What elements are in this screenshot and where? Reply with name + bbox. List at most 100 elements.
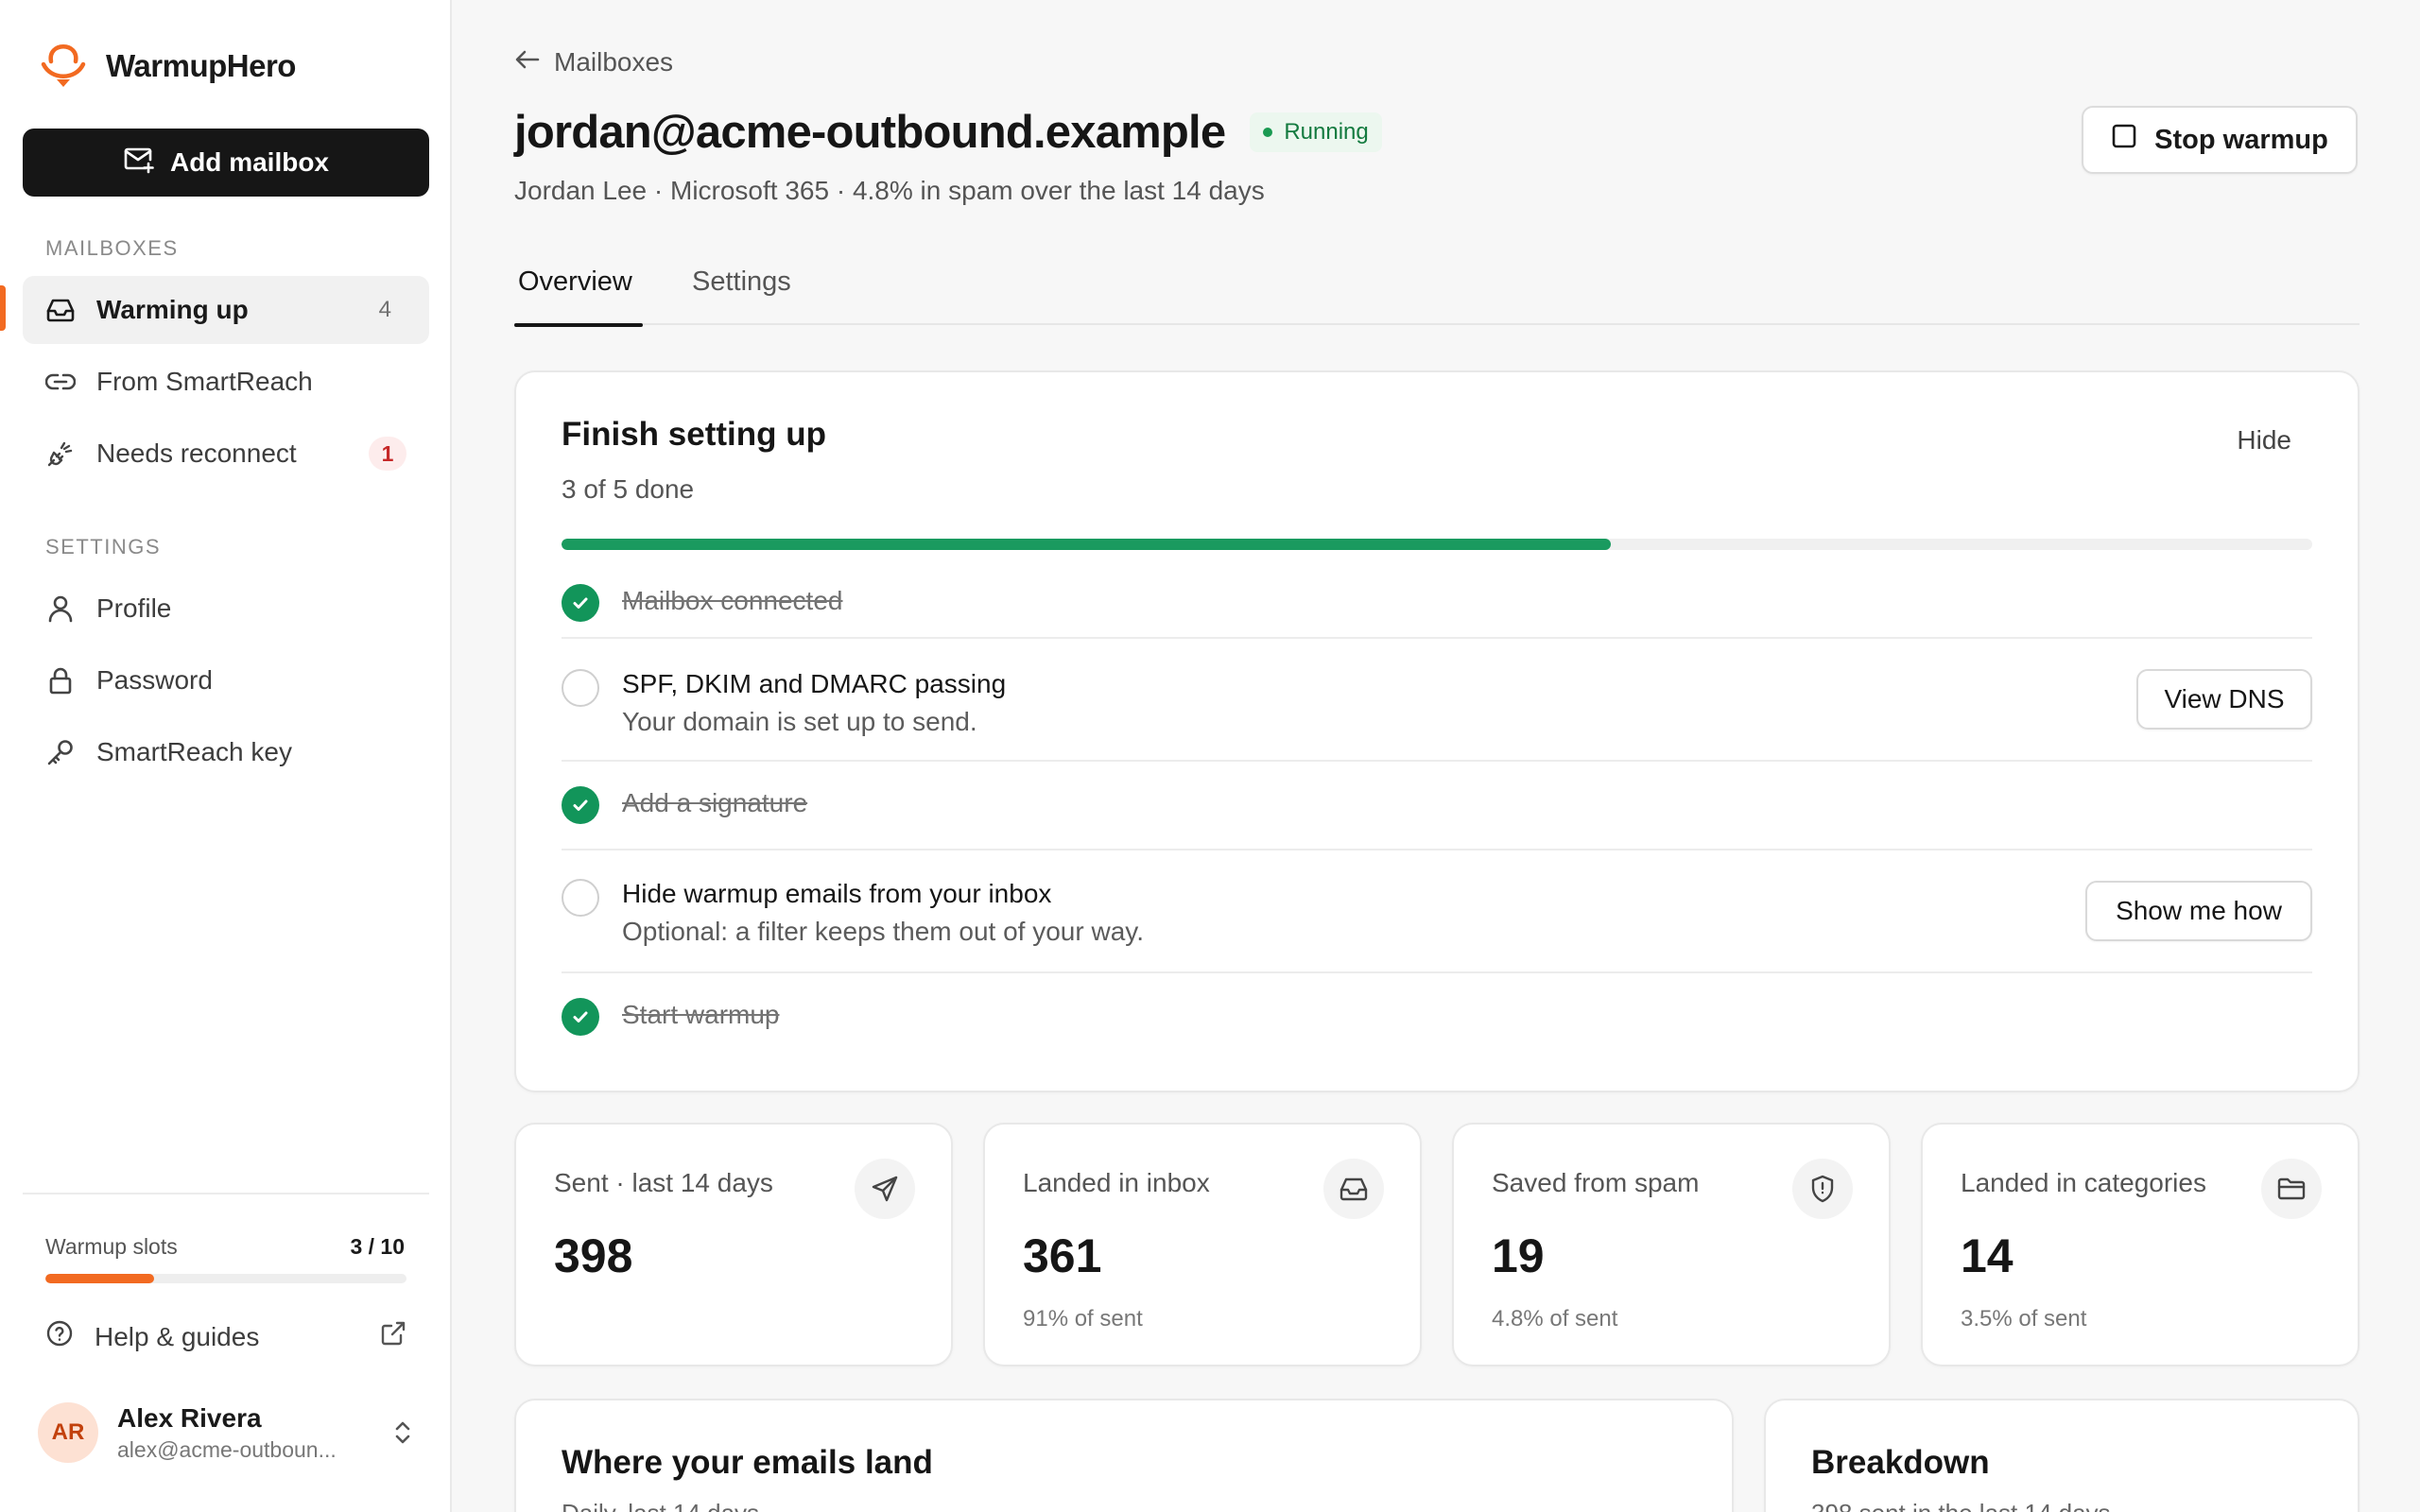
stat-note: 91% of sent xyxy=(1023,1306,1143,1332)
sidebar-item-label: Needs reconnect xyxy=(96,438,297,468)
tab-bar: Overview Settings xyxy=(514,255,2360,327)
sidebar-item-smartreach-key[interactable]: SmartReach key xyxy=(23,718,429,786)
setup-checklist-card: Finish setting up 3 of 5 done Hide Mailb… xyxy=(514,370,2360,1092)
unplugged-icon xyxy=(45,438,76,469)
setup-progress-fill xyxy=(562,539,1612,550)
stat-card-inbox: Landed in inbox 361 91% of sent xyxy=(983,1123,1422,1366)
breakdown-subtitle: 398 sent in the last 14 days xyxy=(1811,1499,2111,1512)
setup-progress-bar xyxy=(562,539,2312,550)
folder-icon xyxy=(2261,1159,2322,1219)
stat-note: 3.5% of sent xyxy=(1961,1306,2087,1332)
check-circle-icon xyxy=(562,584,599,622)
setup-title: Finish setting up xyxy=(562,416,826,453)
step-title: Start warmup xyxy=(622,1000,780,1029)
user-icon xyxy=(45,593,76,624)
setup-step-signature: Add a signature xyxy=(562,762,2312,850)
stat-card-sent: Sent · last 14 days 398 xyxy=(514,1123,953,1366)
stat-card-categories: Landed in categories 14 3.5% of sent xyxy=(1921,1123,2360,1366)
stop-warmup-label: Stop warmup xyxy=(2154,124,2328,155)
tab-settings[interactable]: Settings xyxy=(692,266,791,325)
sidebar-divider xyxy=(23,1193,429,1194)
stop-square-icon xyxy=(2111,123,2137,157)
sidebar-item-warming-up[interactable]: Warming up 4 xyxy=(23,276,429,344)
user-email: alex@acme-outboun... xyxy=(117,1436,337,1462)
shield-icon xyxy=(1792,1159,1853,1219)
active-nav-marker xyxy=(0,285,6,331)
mailbox-subtitle: Jordan Lee · Microsoft 365 · 4.8% in spa… xyxy=(514,176,1265,205)
stat-card-spam: Saved from spam 19 4.8% of sent xyxy=(1452,1123,1891,1366)
breakdown-title: Breakdown xyxy=(1811,1444,1990,1481)
stat-label: Landed in inbox xyxy=(1023,1168,1210,1197)
stat-value: 19 xyxy=(1492,1229,1545,1282)
step-title: Hide warmup emails from your inbox xyxy=(622,879,1052,908)
avatar: AR xyxy=(38,1402,98,1463)
stop-warmup-button[interactable]: Stop warmup xyxy=(2082,106,2358,174)
status-dot-icon xyxy=(1263,128,1273,137)
sidebar-item-from-smartreach[interactable]: From SmartReach xyxy=(23,348,429,416)
empty-circle-icon[interactable] xyxy=(562,879,599,917)
show-me-how-button[interactable]: Show me how xyxy=(2085,881,2312,941)
where-emails-land-subtitle: Daily, last 14 days xyxy=(562,1499,759,1512)
empty-circle-icon[interactable] xyxy=(562,669,599,707)
where-emails-land-card: Where your emails land Daily, last 14 da… xyxy=(514,1399,1734,1512)
help-guides-link[interactable]: Help & guides xyxy=(45,1319,406,1354)
warmup-slots-bar xyxy=(45,1274,406,1283)
sidebar-item-label: From SmartReach xyxy=(96,367,313,396)
sidebar-item-needs-reconnect[interactable]: Needs reconnect 1 xyxy=(23,420,429,488)
warmup-slots-value: 3 / 10 xyxy=(350,1234,405,1259)
setup-step-dns: SPF, DKIM and DMARC passing Your domain … xyxy=(562,639,2312,762)
help-circle-icon xyxy=(45,1319,74,1354)
key-icon xyxy=(45,737,76,767)
needs-reconnect-badge: 1 xyxy=(369,437,406,471)
mail-plus-icon xyxy=(123,146,155,180)
stat-label: Sent · last 14 days xyxy=(554,1168,773,1197)
sidebar-item-password[interactable]: Password xyxy=(23,646,429,714)
sidebar-item-label: Profile xyxy=(96,593,172,623)
brand-name: WarmupHero xyxy=(106,47,296,83)
step-title: SPF, DKIM and DMARC passing xyxy=(622,669,1007,698)
sidebar-item-profile[interactable]: Profile xyxy=(23,575,429,643)
link-icon xyxy=(45,367,76,397)
tab-label: Overview xyxy=(518,266,632,297)
inbox-icon xyxy=(1323,1159,1384,1219)
tab-overview[interactable]: Overview xyxy=(514,266,643,327)
step-description: Optional: a filter keeps them out of you… xyxy=(622,917,1144,946)
check-circle-icon xyxy=(562,786,599,824)
step-title: Add a signature xyxy=(622,788,808,817)
stat-label: Landed in categories xyxy=(1961,1168,2206,1197)
user-name: Alex Rivera xyxy=(117,1402,262,1433)
sidebar: WarmupHero Add mailbox MAILBOXES Warming… xyxy=(0,0,452,1512)
warming-up-count: 4 xyxy=(378,297,391,322)
view-dns-button[interactable]: View DNS xyxy=(2136,669,2312,730)
where-emails-land-title: Where your emails land xyxy=(562,1444,933,1481)
stat-note: 4.8% of sent xyxy=(1492,1306,1618,1332)
add-mailbox-button[interactable]: Add mailbox xyxy=(23,129,429,197)
check-circle-icon xyxy=(562,998,599,1036)
status-badge: Running xyxy=(1250,112,1382,152)
stat-label: Saved from spam xyxy=(1492,1168,1700,1197)
back-label: Mailboxes xyxy=(554,47,674,77)
sidebar-item-label: SmartReach key xyxy=(96,737,292,766)
sidebar-item-label: Warming up xyxy=(96,295,249,324)
breakdown-card: Breakdown 398 sent in the last 14 days xyxy=(1764,1399,2360,1512)
mailboxes-section-label: MAILBOXES xyxy=(45,236,179,260)
help-guides-label: Help & guides xyxy=(95,1321,260,1351)
chevron-up-down-icon xyxy=(391,1418,414,1452)
warmup-slots-label: Warmup slots xyxy=(45,1234,178,1259)
warmup-slots-fill xyxy=(45,1274,154,1283)
add-mailbox-label: Add mailbox xyxy=(169,147,329,177)
setup-progress-text: 3 of 5 done xyxy=(562,474,695,504)
sidebar-item-label: Password xyxy=(96,665,213,695)
hide-setup-button[interactable]: Hide xyxy=(2237,425,2291,455)
status-text: Running xyxy=(1284,119,1369,145)
warmuphero-logo-icon xyxy=(38,36,89,95)
arrow-left-icon xyxy=(514,47,541,77)
setup-step-start-warmup: Start warmup xyxy=(562,973,2312,1062)
user-menu[interactable]: AR Alex Rivera alex@acme-outboun... xyxy=(38,1400,414,1465)
stat-value: 14 xyxy=(1961,1229,2014,1282)
brand[interactable]: WarmupHero xyxy=(38,36,296,95)
back-to-mailboxes-link[interactable]: Mailboxes xyxy=(514,47,673,77)
step-title: Mailbox connected xyxy=(622,586,843,615)
setup-step-mailbox-connected: Mailbox connected xyxy=(562,571,2312,639)
page-title: jordan@acme-outbound.example xyxy=(514,107,1226,158)
